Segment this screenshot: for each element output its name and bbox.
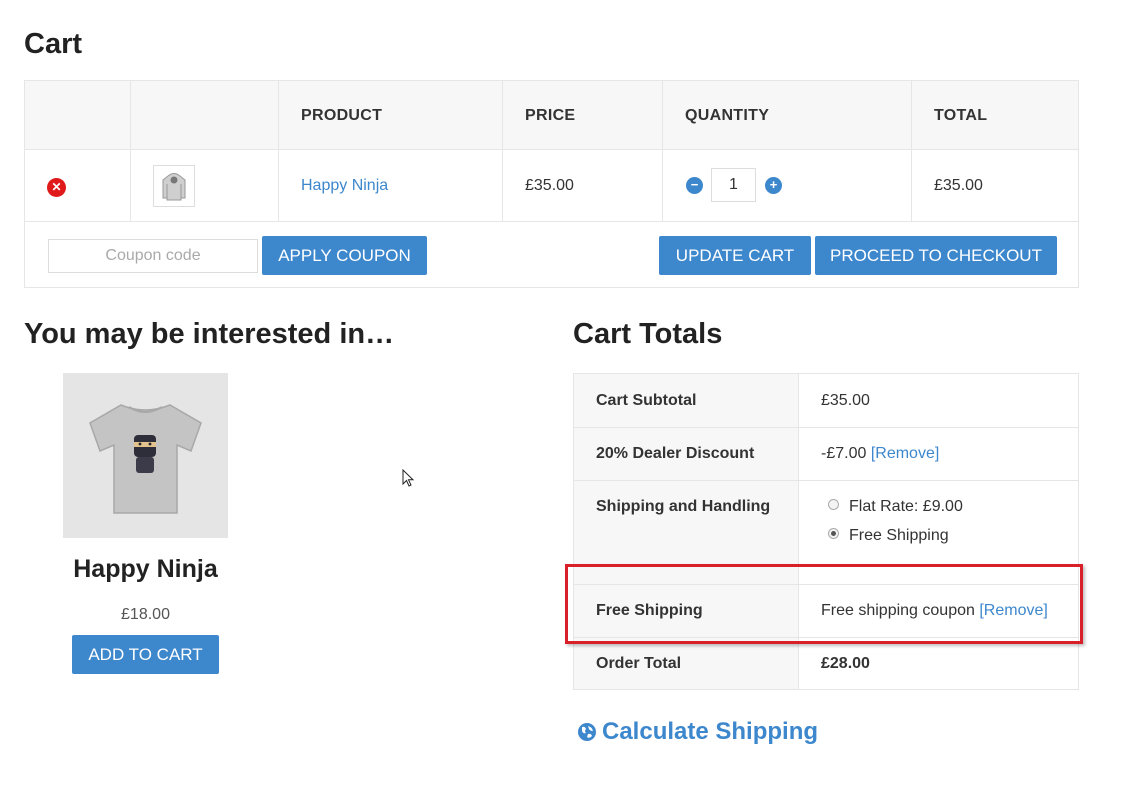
related-product-image[interactable] — [63, 373, 228, 538]
subtotal-label: Cart Subtotal — [596, 392, 697, 409]
related-product-name[interactable]: Happy Ninja — [63, 555, 228, 584]
header-quantity: QUANTITY — [685, 107, 770, 124]
quantity-input[interactable]: 1 — [711, 168, 756, 202]
page-title: Cart — [24, 28, 83, 60]
product-thumbnail[interactable] — [153, 165, 195, 207]
proceed-to-checkout-button[interactable]: PROCEED TO CHECKOUT — [815, 236, 1057, 275]
discount-label: 20% Dealer Discount — [596, 445, 755, 462]
header-total: TOTAL — [934, 107, 988, 124]
order-total-label: Order Total — [596, 655, 682, 672]
hoodie-icon — [162, 173, 186, 201]
discount-remove-link[interactable]: [Remove] — [871, 445, 939, 462]
cart-item-price: £35.00 — [525, 177, 574, 194]
coupon-code-input[interactable]: Coupon code — [48, 239, 258, 273]
calculate-shipping-link[interactable]: Calculate Shipping — [577, 718, 818, 746]
update-cart-button[interactable]: UPDATE CART — [659, 236, 811, 275]
cart-item-name[interactable]: Happy Ninja — [301, 177, 388, 195]
globe-icon — [578, 723, 596, 741]
discount-value: -£7.00 — [821, 445, 867, 462]
tshirt-icon — [89, 404, 202, 514]
cart-totals-heading: Cart Totals — [573, 318, 723, 350]
quantity-decrease-button[interactable]: − — [686, 177, 703, 194]
cart-table: PRODUCT PRICE QUANTITY TOTAL ✕ Happy Nin… — [24, 80, 1079, 288]
apply-coupon-button[interactable]: APPLY COUPON — [262, 236, 427, 275]
calculate-shipping-label[interactable]: Calculate Shipping — [602, 718, 818, 746]
free-shipping-option[interactable]: Free Shipping — [849, 527, 949, 545]
subtotal-value: £35.00 — [821, 392, 870, 409]
header-product: PRODUCT — [301, 107, 383, 124]
add-to-cart-button[interactable]: ADD TO CART — [72, 635, 219, 674]
header-price: PRICE — [525, 107, 576, 124]
discount-row-value: -£7.00 [Remove] — [821, 445, 939, 463]
cart-item-total: £35.00 — [934, 177, 983, 194]
flat-rate-option[interactable]: Flat Rate: £9.00 — [849, 498, 963, 516]
remove-item-icon[interactable]: ✕ — [47, 178, 66, 197]
related-heading: You may be interested in… — [24, 318, 395, 350]
highlight-box — [565, 564, 1083, 644]
mouse-cursor-icon — [402, 469, 415, 487]
order-total-value: £28.00 — [821, 655, 870, 672]
free-shipping-radio[interactable] — [828, 528, 839, 539]
shipping-label: Shipping and Handling — [596, 498, 771, 515]
quantity-increase-button[interactable]: + — [765, 177, 782, 194]
related-product-price: £18.00 — [121, 606, 170, 623]
flat-rate-radio[interactable] — [828, 499, 839, 510]
